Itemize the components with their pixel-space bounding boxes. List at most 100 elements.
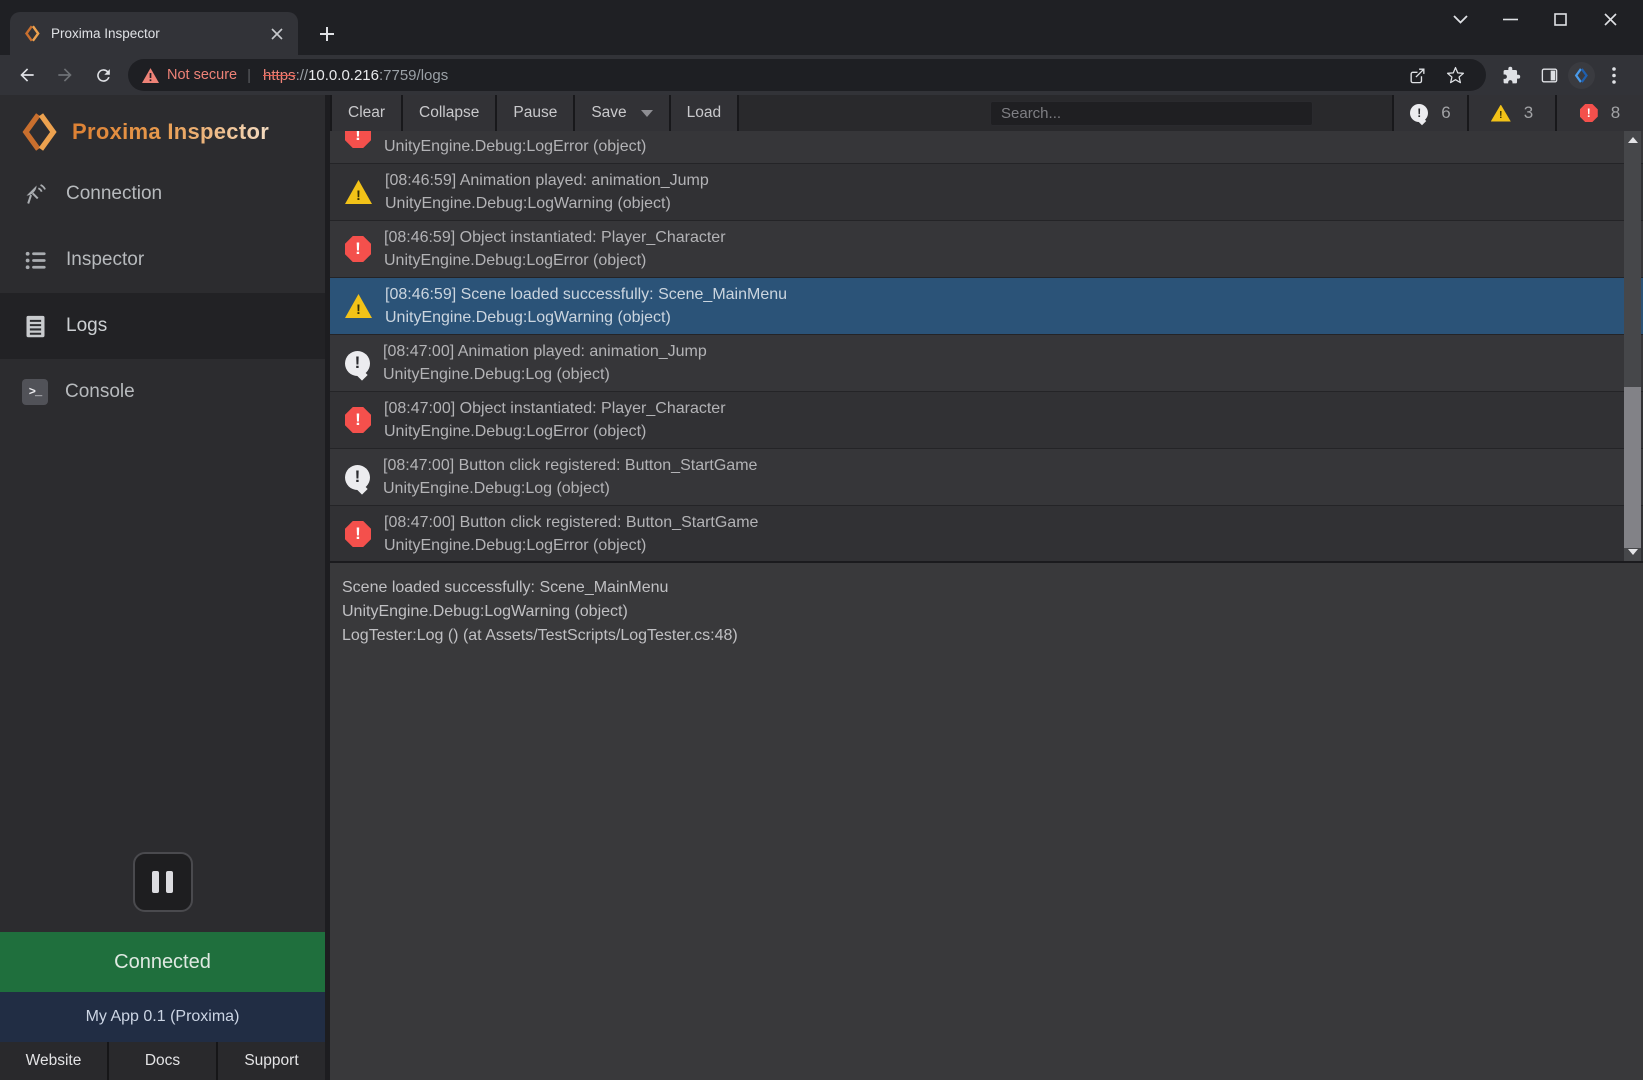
log-message: [08:46:59] Object instantiated: Player_C… <box>384 226 726 249</box>
log-message: [08:46:59] Scene loaded successfully: Sc… <box>385 283 787 306</box>
sidebar-item-label: Console <box>65 381 135 403</box>
log-stack: UnityEngine.Debug:LogError (object) <box>384 249 726 272</box>
log-stack: UnityEngine.Debug:Log (object) <box>383 363 707 386</box>
url-scheme: https <box>263 67 296 84</box>
new-tab-button[interactable] <box>312 19 342 49</box>
save-dropdown-caret-icon[interactable] <box>641 110 653 117</box>
collapse-button[interactable]: Collapse <box>403 95 497 131</box>
sidebar-item-label: Logs <box>66 315 107 337</box>
sidebar: Proxima Inspector Connection <box>0 95 325 1080</box>
sidebar-item-label: Inspector <box>66 249 144 271</box>
warning-count-filter[interactable]: 3 <box>1467 95 1555 131</box>
log-row[interactable]: [08:46:59] Object instantiated: Player_C… <box>330 221 1643 278</box>
log-message: [08:47:00] Button click registered: Butt… <box>383 454 757 477</box>
log-message: [08:46:59] Animation played: animation_J… <box>385 169 709 192</box>
log-level-icon <box>345 180 372 204</box>
bookmark-star-icon[interactable] <box>1436 59 1474 91</box>
log-row[interactable]: [08:47:00] Object instantiated: Player_C… <box>330 392 1643 449</box>
warning-count: 3 <box>1524 103 1533 123</box>
log-stack: UnityEngine.Debug:LogError (object) <box>384 534 758 557</box>
detail-stack-2: LogTester:Log () (at Assets/TestScripts/… <box>342 624 1629 648</box>
info-icon <box>1410 104 1428 122</box>
logs-page: Clear Collapse Pause Save Load 6 3 8 <box>330 95 1643 1080</box>
browser-menu-dots-icon[interactable] <box>1595 59 1633 91</box>
search-input[interactable] <box>990 101 1313 126</box>
share-icon[interactable] <box>1398 59 1436 91</box>
browser-titlebar: Proxima Inspector <box>0 0 1643 55</box>
log-level-icon <box>345 351 370 376</box>
tab-title: Proxima Inspector <box>51 26 266 41</box>
error-count: 8 <box>1611 103 1620 123</box>
url-separator: :// <box>296 67 309 84</box>
log-level-icon <box>345 407 371 433</box>
connection-status-text: Connected <box>114 951 211 974</box>
footer-link-website[interactable]: Website <box>0 1042 107 1080</box>
tab-search-chevron-icon[interactable] <box>1435 0 1485 38</box>
log-row[interactable]: [08:47:00] Button click registered: Butt… <box>330 506 1643 563</box>
profile-avatar[interactable] <box>1568 62 1595 89</box>
window-maximize-button[interactable] <box>1535 0 1585 38</box>
log-level-icon <box>345 521 371 547</box>
log-stack: UnityEngine.Debug:LogWarning (object) <box>385 306 787 329</box>
load-button[interactable]: Load <box>671 95 739 131</box>
not-secure-warning-icon <box>142 68 159 83</box>
footer-link-docs[interactable]: Docs <box>107 1042 216 1080</box>
browser-navbar: Not secure | https://10.0.0.216:7759/log… <box>0 55 1643 95</box>
log-row[interactable]: [08:47:00] Animation played: animation_J… <box>330 335 1643 392</box>
url-text: https://10.0.0.216:7759/logs <box>263 67 448 84</box>
error-icon <box>1580 104 1598 122</box>
window-close-button[interactable] <box>1585 0 1635 38</box>
app-info-text: My App 0.1 (Proxima) <box>86 1008 240 1026</box>
list-tree-icon <box>22 247 49 274</box>
proxima-diamond-logo-icon <box>20 112 60 152</box>
footer-link-support[interactable]: Support <box>216 1042 325 1080</box>
warning-icon <box>1491 105 1511 122</box>
sidebar-item-logs[interactable]: Logs <box>0 293 325 359</box>
clear-button[interactable]: Clear <box>330 95 403 131</box>
info-count-filter[interactable]: 6 <box>1392 95 1467 131</box>
save-button[interactable]: Save <box>575 95 670 131</box>
pause-stream-button[interactable] <box>133 852 193 912</box>
window-minimize-button[interactable] <box>1485 0 1535 38</box>
detail-message: Scene loaded successfully: Scene_MainMen… <box>342 576 1629 600</box>
side-panel-icon[interactable] <box>1530 59 1568 91</box>
log-level-icon <box>345 236 371 262</box>
satellite-dish-icon <box>22 181 49 208</box>
url-host: 10.0.0.216 <box>308 67 379 84</box>
detail-stack-1: UnityEngine.Debug:LogWarning (object) <box>342 600 1629 624</box>
sidebar-item-inspector[interactable]: Inspector <box>0 227 325 293</box>
error-count-filter[interactable]: 8 <box>1555 95 1643 131</box>
log-stack: UnityEngine.Debug:Log (object) <box>383 477 757 500</box>
log-row[interactable]: UnityEngine.Debug:LogError (object) <box>330 131 1643 164</box>
log-rows: UnityEngine.Debug:LogError (object) [08:… <box>330 131 1643 563</box>
log-stack: UnityEngine.Debug:LogWarning (object) <box>385 192 709 215</box>
address-bar[interactable]: Not secure | https://10.0.0.216:7759/log… <box>128 59 1486 91</box>
reload-icon[interactable] <box>84 59 122 91</box>
sidebar-item-label: Connection <box>66 183 162 205</box>
window-controls <box>1435 0 1635 38</box>
log-message: [08:47:00] Button click registered: Butt… <box>384 511 758 534</box>
log-level-icon <box>345 294 372 318</box>
scrollbar-thumb[interactable] <box>1624 387 1641 548</box>
pause-button[interactable]: Pause <box>497 95 575 131</box>
forward-icon[interactable] <box>46 59 84 91</box>
info-count: 6 <box>1441 103 1450 123</box>
log-row[interactable]: [08:46:59] Scene loaded successfully: Sc… <box>330 278 1643 335</box>
app-info-banner: My App 0.1 (Proxima) <box>0 992 325 1042</box>
scroll-up-arrow-icon[interactable] <box>1624 133 1641 147</box>
tab-close-icon[interactable] <box>266 23 288 45</box>
log-scrollbar[interactable] <box>1624 131 1641 561</box>
sidebar-footer: Website Docs Support <box>0 1042 325 1080</box>
log-row[interactable]: [08:46:59] Animation played: animation_J… <box>330 164 1643 221</box>
log-stack: UnityEngine.Debug:LogError (object) <box>384 420 726 443</box>
log-row[interactable]: [08:47:00] Button click registered: Butt… <box>330 449 1643 506</box>
not-secure-label: Not secure <box>167 67 237 83</box>
sidebar-item-console[interactable]: >_ Console <box>0 359 325 425</box>
sidebar-item-connection[interactable]: Connection <box>0 161 325 227</box>
scroll-down-arrow-icon[interactable] <box>1624 545 1641 559</box>
back-icon[interactable] <box>8 59 46 91</box>
extensions-puzzle-icon[interactable] <box>1492 59 1530 91</box>
browser-tab[interactable]: Proxima Inspector <box>10 12 298 55</box>
log-level-icon <box>345 465 370 490</box>
log-document-icon <box>22 313 49 340</box>
